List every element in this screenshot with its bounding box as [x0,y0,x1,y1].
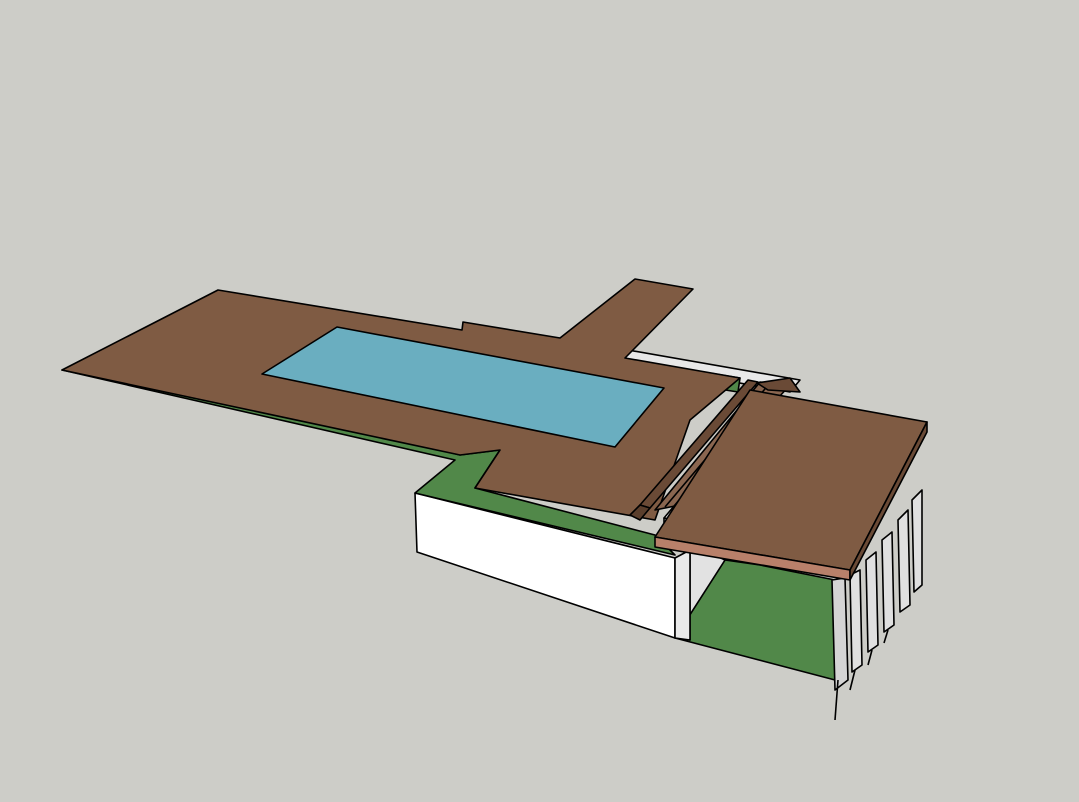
retaining-wall-end [674,549,691,641]
model-viewport[interactable] [0,0,1079,802]
3d-model-canvas[interactable] [0,0,1079,802]
